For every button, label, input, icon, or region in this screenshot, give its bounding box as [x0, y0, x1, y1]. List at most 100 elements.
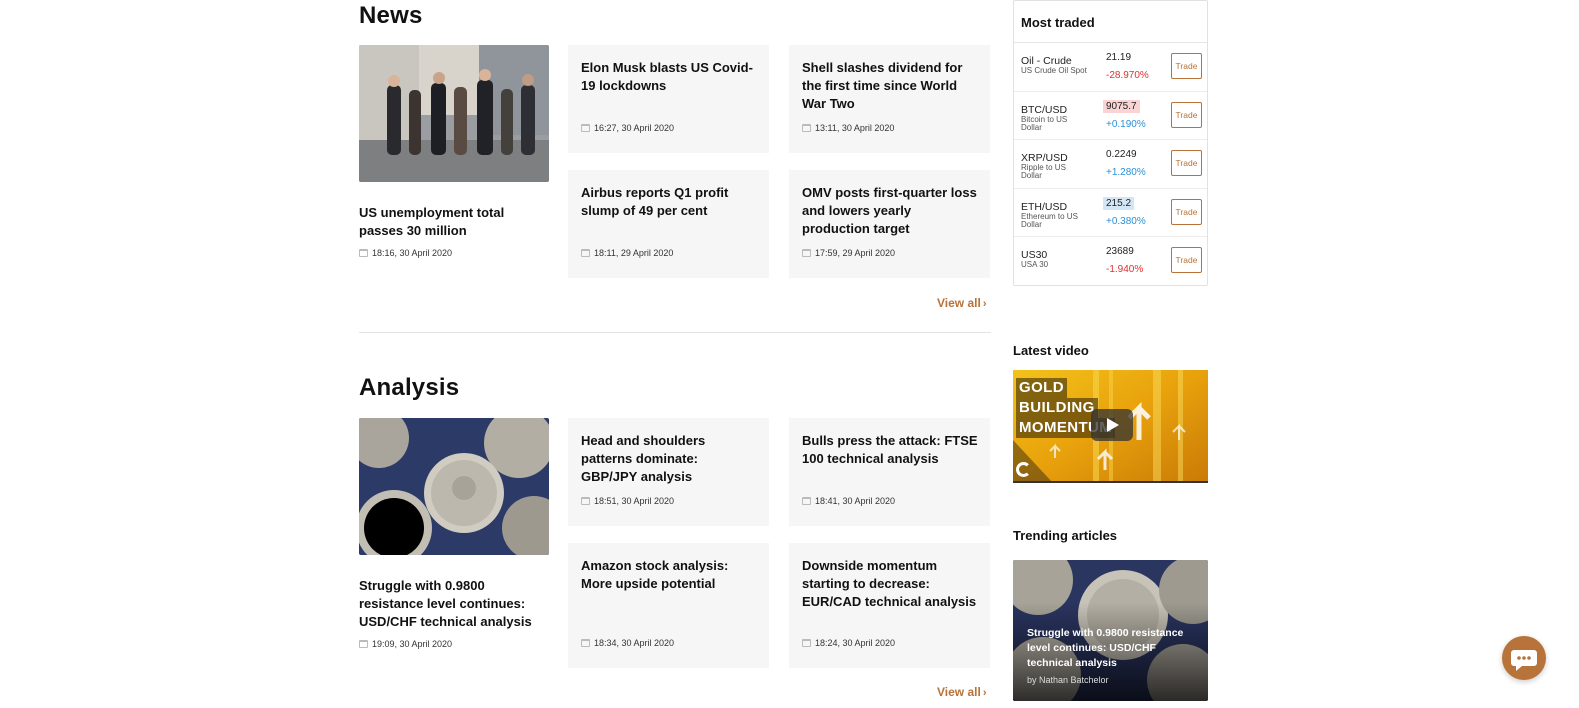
market-row-ethusd[interactable]: ETH/USD Ethereum to US Dollar 215.2 +0.3…: [1014, 189, 1207, 238]
market-change: +0.190%: [1106, 118, 1146, 130]
view-all-label: View all: [937, 296, 981, 310]
calendar-icon: [581, 497, 590, 505]
news-card-meta: 16:27, 30 April 2020: [581, 123, 674, 133]
market-row-xrpusd[interactable]: XRP/USD Ripple to US Dollar 0.2249 +1.28…: [1014, 140, 1207, 189]
analysis-card-meta: 18:41, 30 April 2020: [802, 496, 895, 506]
view-all-label: View all: [937, 685, 981, 699]
trade-button[interactable]: Trade: [1171, 53, 1202, 79]
market-row-us30[interactable]: US30 USA 30 23689 -1.940% Trade: [1014, 237, 1207, 286]
market-price: 23689: [1106, 246, 1134, 258]
analysis-card-date: 18:51, 30 April 2020: [594, 496, 675, 506]
market-row-btcusd[interactable]: BTC/USD Bitcoin to US Dollar 9075.7 +0.1…: [1014, 92, 1207, 141]
news-card-2[interactable]: Shell slashes dividend for the first tim…: [789, 45, 990, 153]
news-card-date: 13:11, 30 April 2020: [815, 123, 895, 133]
news-feature-article[interactable]: US unemployment total passes 30 million …: [359, 45, 549, 258]
chat-bubble-icon: [1511, 650, 1537, 671]
news-feature-image[interactable]: [359, 45, 549, 182]
analysis-feature-image[interactable]: [359, 418, 549, 555]
analysis-feature-article[interactable]: Struggle with 0.9800 resistance level co…: [359, 418, 549, 649]
most-traded-widget: Most traded Oil - Crude US Crude Oil Spo…: [1013, 0, 1208, 286]
news-card-meta: 18:11, 29 April 2020: [581, 248, 673, 258]
market-name: Bitcoin to US Dollar: [1021, 114, 1068, 132]
news-card-title[interactable]: Airbus reports Q1 profit slump of 49 per…: [581, 184, 757, 220]
market-name: US Crude Oil Spot: [1021, 66, 1087, 75]
brand-logo-icon: [1016, 462, 1031, 477]
news-card-title[interactable]: Shell slashes dividend for the first tim…: [802, 59, 978, 113]
news-section-title: News: [359, 2, 423, 29]
analysis-feature-meta: 19:09, 30 April 2020: [359, 639, 549, 649]
market-name: USA 30: [1021, 260, 1049, 270]
market-symbol: BTC/USD: [1021, 103, 1068, 116]
news-card-1[interactable]: Elon Musk blasts US Covid-19 lockdowns 1…: [568, 45, 769, 153]
news-view-all-link[interactable]: View all ›: [937, 296, 986, 310]
market-name: Ethereum to US Dollar: [1021, 211, 1078, 229]
play-button[interactable]: [1091, 409, 1133, 441]
analysis-card-title[interactable]: Downside momentum starting to decrease: …: [802, 557, 978, 611]
analysis-card-1[interactable]: Head and shoulders patterns dominate: GB…: [568, 418, 769, 526]
news-card-meta: 17:59, 29 April 2020: [802, 248, 895, 258]
analysis-card-meta: 18:51, 30 April 2020: [581, 496, 674, 506]
section-divider: [359, 332, 991, 333]
analysis-card-date: 18:41, 30 April 2020: [815, 496, 896, 506]
analysis-card-meta: 18:24, 30 April 2020: [802, 638, 895, 648]
market-price: 215.2: [1103, 196, 1135, 210]
market-change: +1.280%: [1106, 167, 1146, 179]
analysis-feature-title[interactable]: Struggle with 0.9800 resistance level co…: [359, 577, 549, 631]
video-overlay-line: BUILDING: [1016, 398, 1098, 418]
latest-video-thumbnail[interactable]: GOLD BUILDING MOMENTUM: [1013, 370, 1208, 483]
calendar-icon: [802, 124, 811, 132]
trending-articles-title: Trending articles: [1013, 528, 1118, 543]
news-feature-title[interactable]: US unemployment total passes 30 million: [359, 204, 549, 240]
market-symbol: ETH/USD: [1021, 200, 1068, 213]
latest-video-title: Latest video: [1013, 343, 1089, 358]
news-card-title[interactable]: OMV posts first-quarter loss and lowers …: [802, 184, 978, 238]
chevron-right-icon: ›: [982, 298, 987, 310]
news-feature-meta: 18:16, 30 April 2020: [359, 248, 549, 258]
news-card-date: 18:11, 29 April 2020: [594, 248, 674, 258]
news-card-title[interactable]: Elon Musk blasts US Covid-19 lockdowns: [581, 59, 757, 95]
news-card-3[interactable]: Airbus reports Q1 profit slump of 49 per…: [568, 170, 769, 278]
trade-button[interactable]: Trade: [1171, 150, 1202, 177]
market-name: Ripple to US Dollar: [1021, 163, 1066, 181]
analysis-card-title[interactable]: Bulls press the attack: FTSE 100 technic…: [802, 432, 978, 468]
analysis-card-date: 18:24, 30 April 2020: [815, 638, 896, 648]
analysis-section-title: Analysis: [359, 374, 460, 401]
calendar-icon: [359, 249, 368, 257]
trade-button[interactable]: Trade: [1171, 101, 1202, 128]
news-card-4[interactable]: OMV posts first-quarter loss and lowers …: [789, 170, 990, 278]
analysis-card-title[interactable]: Amazon stock analysis: More upside poten…: [581, 557, 757, 593]
news-card-date: 17:59, 29 April 2020: [815, 248, 896, 258]
play-icon: [1107, 418, 1119, 432]
analysis-view-all-link[interactable]: View all ›: [937, 685, 986, 699]
calendar-icon: [802, 249, 811, 257]
most-traded-title: Most traded: [1014, 1, 1207, 43]
market-change: -1.940%: [1106, 264, 1144, 276]
analysis-card-meta: 18:34, 30 April 2020: [581, 638, 674, 648]
news-card-date: 16:27, 30 April 2020: [594, 123, 675, 133]
trending-article-title[interactable]: Struggle with 0.9800 resistance level co…: [1027, 626, 1199, 671]
calendar-icon: [581, 124, 590, 132]
trending-article-card[interactable]: Struggle with 0.9800 resistance level co…: [1013, 560, 1208, 701]
market-price: 0.2249: [1106, 149, 1137, 161]
video-overlay-line: GOLD: [1016, 378, 1067, 398]
chat-button[interactable]: [1502, 636, 1546, 680]
trade-button[interactable]: Trade: [1171, 247, 1202, 274]
calendar-icon: [359, 640, 368, 648]
market-price: 9075.7: [1103, 99, 1140, 113]
analysis-card-date: 18:34, 30 April 2020: [594, 638, 675, 648]
trending-article-author: by Nathan Batchelor: [1027, 675, 1109, 685]
market-row-oil[interactable]: Oil - Crude US Crude Oil Spot 21.19 -28.…: [1014, 43, 1207, 92]
calendar-icon: [581, 249, 590, 257]
news-card-meta: 13:11, 30 April 2020: [802, 123, 894, 133]
analysis-card-3[interactable]: Amazon stock analysis: More upside poten…: [568, 543, 769, 668]
trade-button[interactable]: Trade: [1171, 198, 1202, 225]
analysis-card-2[interactable]: Bulls press the attack: FTSE 100 technic…: [789, 418, 990, 526]
chevron-right-icon: ›: [982, 687, 987, 699]
analysis-card-4[interactable]: Downside momentum starting to decrease: …: [789, 543, 990, 668]
market-price: 21.19: [1106, 52, 1132, 63]
market-change: +0.380%: [1106, 215, 1146, 227]
calendar-icon: [802, 639, 811, 647]
news-feature-date: 18:16, 30 April 2020: [372, 248, 453, 258]
calendar-icon: [802, 497, 811, 505]
analysis-card-title[interactable]: Head and shoulders patterns dominate: GB…: [581, 432, 757, 486]
